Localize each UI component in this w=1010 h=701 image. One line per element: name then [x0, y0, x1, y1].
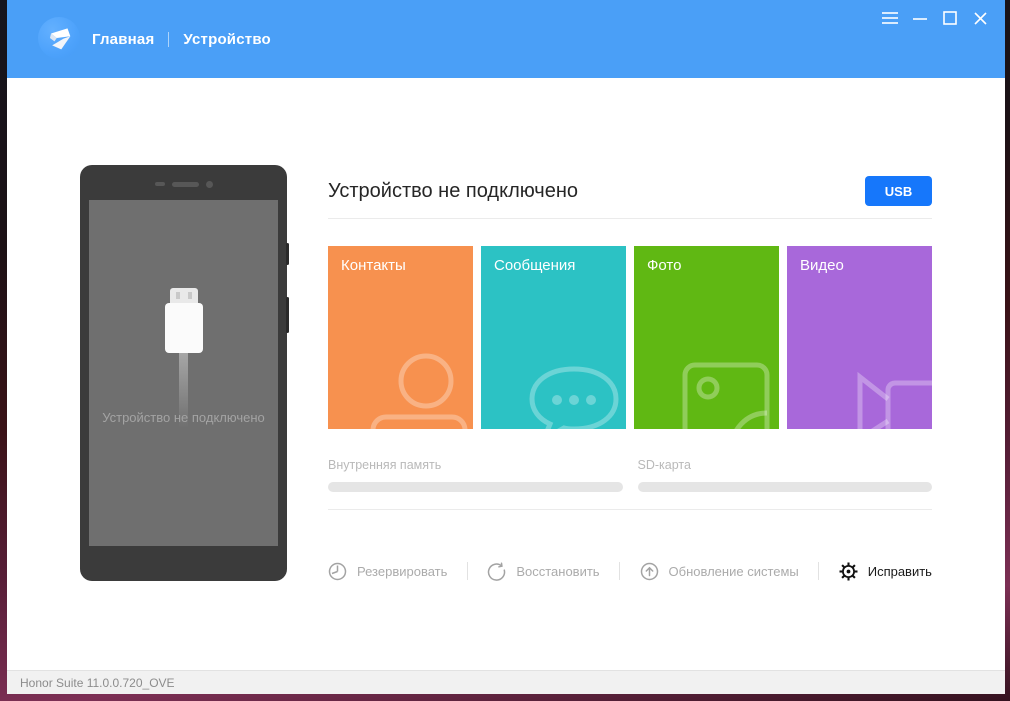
page-title: Устройство не подключено [328, 179, 579, 202]
tab-device-label: Устройство [183, 30, 271, 48]
divider [328, 509, 932, 510]
usb-button[interactable]: USB [865, 176, 932, 206]
device-panel: Устройство не подключено USB Контакты Со… [328, 176, 932, 586]
phone-speaker-icon [80, 180, 287, 188]
action-restore-label: Восстановить [516, 563, 600, 579]
paper-plane-logo-glyph [49, 28, 71, 50]
tile-contacts[interactable]: Контакты [328, 246, 473, 429]
divider [328, 218, 932, 219]
storage-sdcard: SD-карта [637, 458, 932, 492]
storage-section: Внутренняя память SD-карта [328, 458, 932, 492]
restore-icon [488, 561, 506, 581]
video-icon [857, 371, 932, 429]
window-controls [882, 10, 988, 26]
action-system-update[interactable]: Обновление системы [640, 562, 799, 581]
action-repair-label: Исправить [867, 563, 932, 579]
system-update-icon [640, 562, 658, 580]
usb-cable-icon [164, 288, 204, 428]
phone-volume-button [286, 243, 289, 265]
action-repair[interactable]: Исправить [839, 562, 932, 581]
tab-home-label: Главная [92, 30, 155, 48]
close-icon[interactable] [972, 10, 988, 26]
repair-gear-icon [839, 562, 858, 580]
tile-videos-label: Видео [800, 257, 844, 274]
storage-sdcard-label: SD-карта [637, 458, 691, 472]
contacts-icon [370, 353, 468, 429]
maximize-icon[interactable] [942, 10, 958, 26]
divider [466, 562, 468, 580]
tile-contacts-label: Контакты [341, 257, 406, 274]
main-nav: Главная Устройство [92, 0, 271, 96]
action-restore[interactable]: Восстановить [487, 561, 600, 581]
tab-device[interactable]: Устройство [183, 31, 271, 48]
storage-internal: Внутренняя память [328, 458, 623, 492]
phone-illustration: Устройство не подключено [80, 165, 289, 581]
photo-icon [682, 362, 770, 429]
tile-videos[interactable]: Видео [787, 246, 932, 429]
action-bar: Резервировать Восстановить Обновление си… [328, 556, 932, 586]
storage-internal-label: Внутренняя память [328, 458, 442, 472]
category-tiles: Контакты Сообщения Фото Видео [328, 246, 932, 429]
tile-photos[interactable]: Фото [634, 246, 779, 429]
divider [818, 562, 820, 580]
phone-screen: Устройство не подключено [89, 200, 278, 546]
tile-messages[interactable]: Сообщения [481, 246, 626, 429]
storage-sdcard-bar [637, 482, 932, 492]
tile-messages-label: Сообщения [494, 257, 576, 274]
tab-separator [168, 31, 170, 47]
action-backup-label: Резервировать [357, 563, 448, 579]
title-bar: Главная Устройство [7, 0, 1005, 96]
messages-icon [529, 366, 619, 429]
phone-status-text: Устройство не подключено [102, 410, 265, 425]
tab-home[interactable]: Главная [92, 30, 155, 96]
backup-icon [328, 562, 347, 580]
divider [619, 562, 621, 580]
app-version-text: Honor Suite 11.0.0.720_OVE [20, 675, 175, 690]
action-backup[interactable]: Резервировать [328, 562, 447, 581]
action-update-label: Обновление системы [668, 563, 799, 579]
storage-internal-bar [328, 482, 623, 492]
app-logo-icon [38, 17, 80, 59]
phone-power-button [286, 297, 289, 333]
minimize-icon[interactable] [912, 10, 928, 26]
main-content: Устройство не подключено Устройство не п… [7, 78, 1005, 670]
tile-photos-label: Фото [647, 257, 682, 274]
menu-icon[interactable] [882, 10, 898, 26]
app-window: Главная Устройство Устройство не подключ… [7, 0, 1005, 694]
status-bar: Honor Suite 11.0.0.720_OVE [7, 670, 1005, 694]
